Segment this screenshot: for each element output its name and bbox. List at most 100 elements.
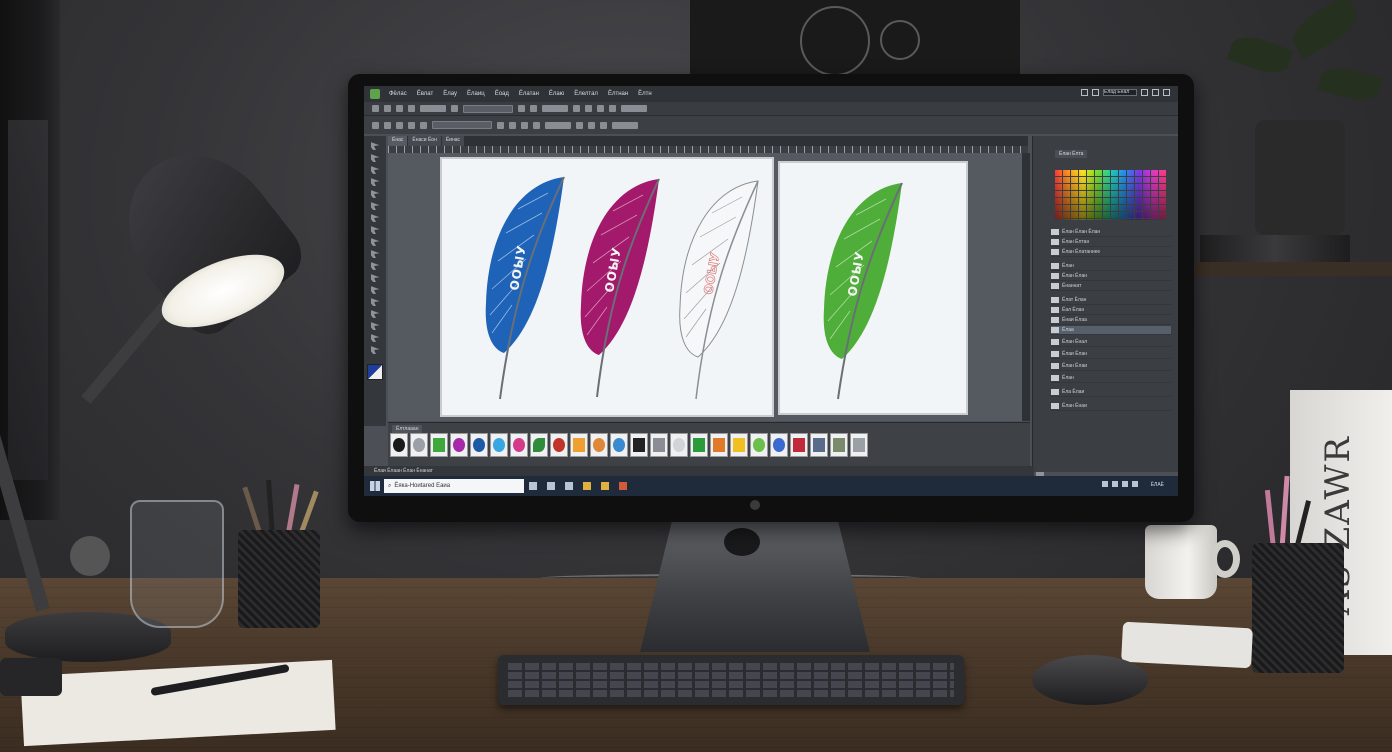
- tool-icon[interactable]: [530, 105, 537, 112]
- browser-icon[interactable]: [547, 482, 555, 490]
- toolbar-field[interactable]: [463, 104, 513, 113]
- tool-icon[interactable]: [497, 121, 504, 129]
- tool-icon[interactable]: [597, 105, 604, 112]
- brush-preset[interactable]: [730, 433, 748, 457]
- menu-item[interactable]: Ёлтн: [638, 91, 652, 97]
- heal-tool-icon[interactable]: [370, 346, 380, 354]
- layer-row[interactable]: Ёлан Ёлаи: [1051, 362, 1171, 371]
- tool-icon[interactable]: [518, 105, 525, 112]
- brush-preset[interactable]: [530, 433, 548, 457]
- tray-icon[interactable]: [1112, 481, 1118, 487]
- menu-item[interactable]: Ёвлат: [417, 91, 434, 97]
- tool-icon[interactable]: [600, 121, 607, 129]
- layer-row-selected[interactable]: Ёлаа: [1051, 326, 1171, 335]
- crop-tool-icon[interactable]: [370, 178, 380, 186]
- hand-tool-icon[interactable]: [370, 286, 380, 294]
- menu-item[interactable]: Ёоад: [495, 91, 509, 97]
- cloud-icon[interactable]: [1092, 89, 1099, 96]
- layer-row[interactable]: Ёлат Ёлан: [1051, 296, 1171, 305]
- tray-icon[interactable]: [1122, 481, 1128, 487]
- feather-magenta[interactable]: ООЫУ: [573, 175, 665, 401]
- tool-icon[interactable]: [576, 121, 583, 129]
- layer-row[interactable]: Ёнаи Ёлаа: [1051, 316, 1171, 325]
- options-dropdown[interactable]: [545, 121, 571, 129]
- layer-row[interactable]: Ёал Ёлан: [1051, 306, 1171, 315]
- brush-preset[interactable]: [690, 433, 708, 457]
- tool-icon[interactable]: [521, 121, 528, 129]
- options-dropdown[interactable]: [612, 121, 638, 129]
- brush-preset[interactable]: [430, 433, 448, 457]
- menu-item[interactable]: Ёлаиц: [467, 91, 485, 97]
- canvas-scrollbar[interactable]: [1022, 153, 1030, 421]
- panel-row[interactable]: Ёлан Ёлан: [1051, 272, 1171, 281]
- brush-preset[interactable]: [450, 433, 468, 457]
- menu-item[interactable]: Ёлаю: [549, 91, 564, 97]
- dodge-tool-icon[interactable]: [370, 334, 380, 342]
- folder-icon[interactable]: [583, 482, 591, 490]
- panel-row[interactable]: Ёнаннат: [1051, 282, 1171, 291]
- maximize-icon[interactable]: [1152, 89, 1159, 96]
- brush-preset[interactable]: [650, 433, 668, 457]
- toolbar-dropdown[interactable]: [420, 105, 446, 112]
- brush-preset[interactable]: [570, 433, 588, 457]
- text-tool-icon[interactable]: [370, 262, 380, 270]
- tool-icon[interactable]: [420, 121, 427, 129]
- taskbar-clock[interactable]: ЁЛАЁ: [1151, 482, 1164, 488]
- brush-preset[interactable]: [630, 433, 648, 457]
- tool-icon[interactable]: [509, 121, 516, 129]
- layer-row[interactable]: Ёлан Ёнал: [1051, 338, 1171, 347]
- menu-item[interactable]: Фёлас: [389, 91, 407, 97]
- brush-preset[interactable]: [830, 433, 848, 457]
- user-icon[interactable]: [1081, 89, 1088, 96]
- tool-icon[interactable]: [451, 105, 458, 112]
- menu-item[interactable]: Ёлау: [443, 91, 457, 97]
- tool-icon[interactable]: [372, 105, 379, 112]
- panel-row[interactable]: Ёлан Ёлтан: [1051, 238, 1171, 247]
- taskbar-search[interactable]: ⌕ Ёяка-Ноиtаrеd Еаиа: [384, 479, 524, 493]
- zoom-tool-icon[interactable]: [370, 298, 380, 306]
- feather-green[interactable]: ООЫУ: [816, 179, 908, 401]
- layer-row[interactable]: Ёла Ёлаи: [1051, 388, 1171, 397]
- shape-tool-icon[interactable]: [370, 274, 380, 282]
- panel-row[interactable]: Ёлан Ёлатаннее: [1051, 248, 1171, 257]
- document-tab[interactable]: Ёнас: [388, 136, 408, 146]
- menu-item[interactable]: Ёлелтал: [574, 91, 598, 97]
- brush-preset[interactable]: [750, 433, 768, 457]
- tool-icon[interactable]: [372, 121, 379, 129]
- start-icon[interactable]: [370, 481, 380, 491]
- path-tool-icon[interactable]: [370, 310, 380, 318]
- tool-icon[interactable]: [408, 105, 415, 112]
- brush-preset[interactable]: [790, 433, 808, 457]
- options-field[interactable]: [432, 121, 492, 129]
- foreground-background-color-swatch[interactable]: [367, 364, 383, 380]
- tool-icon[interactable]: [384, 121, 391, 129]
- brush-preset[interactable]: [670, 433, 688, 457]
- tray-icon[interactable]: [1132, 481, 1138, 487]
- brush-preset[interactable]: [550, 433, 568, 457]
- document-tab[interactable]: Ёинас: [441, 136, 465, 146]
- toolbar-dropdown[interactable]: [542, 105, 568, 112]
- brush-preset[interactable]: [390, 433, 408, 457]
- canvas-area[interactable]: ООЫУ ООЫУ ООЫУ ООЫУ: [388, 153, 1028, 421]
- close-icon[interactable]: [1163, 89, 1170, 96]
- brush-preset[interactable]: [610, 433, 628, 457]
- menu-item[interactable]: Ёлтнан: [608, 91, 628, 97]
- feather-blue[interactable]: ООЫУ: [478, 173, 570, 401]
- tool-icon[interactable]: [533, 121, 540, 129]
- menu-item[interactable]: Ёлатан: [519, 91, 539, 97]
- layer-row[interactable]: Ёлаи Ёлан: [1051, 350, 1171, 359]
- brush-preset[interactable]: [410, 433, 428, 457]
- brush-preset[interactable]: [510, 433, 528, 457]
- tool-icon[interactable]: [396, 105, 403, 112]
- layer-row[interactable]: Ёлан: [1051, 374, 1171, 383]
- brush-preset[interactable]: [470, 433, 488, 457]
- blur-tool-icon[interactable]: [370, 322, 380, 330]
- app-logo-icon[interactable]: [370, 89, 380, 99]
- brush-preset[interactable]: [490, 433, 508, 457]
- tool-icon[interactable]: [588, 121, 595, 129]
- brush-preset[interactable]: [770, 433, 788, 457]
- lasso-tool-icon[interactable]: [370, 166, 380, 174]
- workspace-field[interactable]: Ёлад Ёнал: [1103, 89, 1137, 96]
- folder-icon[interactable]: [601, 482, 609, 490]
- task-view-icon[interactable]: [529, 482, 537, 490]
